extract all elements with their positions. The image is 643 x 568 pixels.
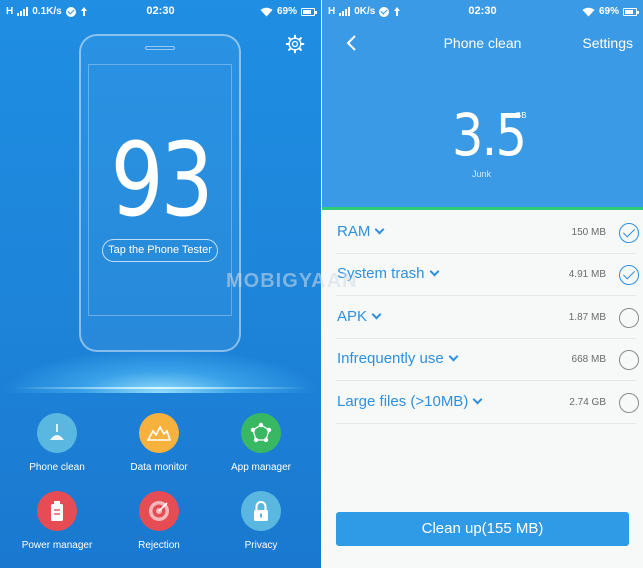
battery-icon — [37, 491, 77, 531]
feature-label: Data monitor — [130, 462, 188, 473]
status-bar: H 0.1K/s 02:30 69% — [0, 0, 321, 24]
item-name: Large files (>10MB) — [337, 393, 469, 410]
clean-up-button[interactable]: Clean up(155 MB) — [336, 512, 629, 546]
item-size: 668 MB — [571, 354, 606, 365]
phone-score: 93 — [110, 121, 214, 240]
privacy-feature[interactable]: Privacy — [211, 491, 311, 551]
list-item-large-files[interactable]: Large files (>10MB) 2.74 GB — [336, 382, 639, 424]
item-checkbox[interactable] — [619, 308, 639, 328]
phone-clean-feature[interactable]: Phone clean — [7, 413, 107, 473]
battery-percent: 69% — [598, 6, 619, 17]
battery-icon — [623, 7, 639, 16]
battery-percent: 69% — [276, 6, 297, 17]
junk-unit: GB — [515, 111, 527, 120]
feature-label: Phone clean — [29, 462, 85, 473]
wifi-icon — [260, 7, 273, 16]
phone-tester-button[interactable]: Tap the Phone Tester — [102, 239, 218, 262]
chevron-down-icon[interactable] — [429, 266, 439, 277]
power-manager-feature[interactable]: Power manager — [7, 491, 107, 551]
chevron-down-icon[interactable] — [448, 351, 459, 362]
gear-icon[interactable] — [285, 34, 305, 54]
item-size: 2.74 GB — [569, 397, 606, 408]
app-manager-feature[interactable]: App manager — [211, 413, 311, 473]
junk-summary-header: H 0K/s 02:30 69% Phone clean Settings 3.… — [322, 0, 643, 210]
phone-clean-screen: H 0K/s 02:30 69% Phone clean Settings 3.… — [322, 0, 643, 568]
item-name: Infrequently use — [337, 350, 444, 367]
network-nodes-icon — [241, 413, 281, 453]
phone-speaker — [145, 46, 175, 50]
lock-icon — [241, 491, 281, 531]
list-item-infrequently-use[interactable]: Infrequently use 668 MB — [336, 339, 639, 381]
data-monitor-feature[interactable]: Data monitor — [109, 413, 209, 473]
feature-label: Privacy — [244, 540, 278, 551]
feature-label: Rejection — [138, 540, 180, 551]
glow-line — [14, 387, 308, 389]
feature-label: App manager — [230, 462, 292, 473]
chevron-down-icon[interactable] — [371, 309, 382, 320]
target-icon — [139, 491, 179, 531]
item-name: RAM — [337, 223, 371, 240]
item-size: 1.87 MB — [568, 312, 606, 323]
broom-icon — [37, 413, 77, 453]
junk-label: Junk — [472, 169, 492, 179]
list-item-apk[interactable]: APK 1.87 MB — [336, 297, 639, 339]
chevron-down-icon[interactable] — [472, 394, 483, 405]
item-checkbox[interactable] — [619, 393, 639, 413]
item-checkbox[interactable] — [619, 350, 639, 370]
mountain-chart-icon — [139, 413, 179, 453]
list-item-ram[interactable]: RAM 150 MB — [336, 212, 639, 254]
rejection-feature[interactable]: Rejection — [109, 491, 209, 551]
watermark: MOBIGYAAN — [226, 270, 358, 292]
item-size: 150 MB — [571, 227, 606, 238]
item-size: 4.91 MB — [568, 269, 606, 280]
chevron-down-icon[interactable] — [374, 224, 385, 235]
item-checkbox[interactable] — [619, 223, 639, 243]
item-checkbox[interactable] — [619, 265, 639, 285]
battery-icon — [301, 7, 317, 16]
item-name: APK — [337, 308, 368, 325]
scan-progress-line — [322, 207, 643, 210]
status-bar: H 0K/s 02:30 69% — [322, 0, 643, 24]
settings-link[interactable]: Settings — [582, 35, 633, 51]
wifi-icon — [582, 7, 595, 16]
feature-label: Power manager — [21, 540, 93, 551]
list-item-system-trash[interactable]: System trash 4.91 MB — [336, 254, 639, 296]
